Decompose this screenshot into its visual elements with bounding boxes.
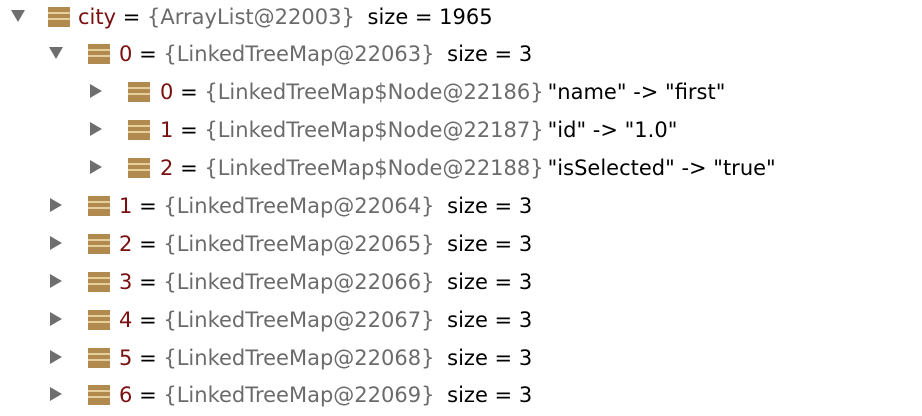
variable-value: size = 3 bbox=[447, 308, 533, 332]
field-icon bbox=[48, 7, 70, 27]
triangle-right-icon[interactable] bbox=[88, 113, 104, 151]
variable-value: "name" -> "first" bbox=[547, 80, 726, 104]
object-reference: {LinkedTreeMap$Node@22188} bbox=[204, 156, 544, 180]
triangle-right-icon[interactable] bbox=[48, 341, 64, 379]
equals-sign: = bbox=[180, 118, 198, 142]
variable-name: 4 bbox=[119, 308, 133, 332]
field-icon bbox=[128, 120, 150, 140]
variable-value: "isSelected" -> "true" bbox=[547, 156, 776, 180]
object-reference: {LinkedTreeMap@22068} bbox=[163, 346, 435, 370]
object-reference: {LinkedTreeMap@22067} bbox=[163, 308, 435, 332]
variable-name: 3 bbox=[119, 270, 133, 294]
triangle-right-icon[interactable] bbox=[88, 151, 104, 189]
object-reference: {LinkedTreeMap@22069} bbox=[163, 383, 435, 407]
object-reference: {LinkedTreeMap@22066} bbox=[163, 270, 435, 294]
tree-row-node-1[interactable]: 1 = {LinkedTreeMap$Node@22187} "id" -> "1… bbox=[0, 113, 922, 151]
triangle-right-icon[interactable] bbox=[48, 303, 64, 341]
variable-name: 0 bbox=[119, 42, 133, 66]
equals-sign: = bbox=[139, 346, 157, 370]
field-icon bbox=[88, 348, 110, 368]
triangle-down-icon[interactable] bbox=[10, 0, 26, 38]
tree-row-item-4[interactable]: 4 = {LinkedTreeMap@22067} size = 3 bbox=[0, 303, 922, 341]
tree-row-item-6[interactable]: 6 = {LinkedTreeMap@22069} size = 3 bbox=[0, 378, 922, 416]
tree-row-city[interactable]: city = {ArrayList@22003} size = 1965 bbox=[0, 0, 922, 38]
tree-row-node-2[interactable]: 2 = {LinkedTreeMap$Node@22188} "isSelecte… bbox=[0, 151, 922, 189]
field-icon bbox=[128, 82, 150, 102]
field-icon bbox=[88, 310, 110, 330]
tree-row-node-0[interactable]: 0 = {LinkedTreeMap$Node@22186} "name" -> … bbox=[0, 75, 922, 113]
tree-row-item-0[interactable]: 0 = {LinkedTreeMap@22063} size = 3 bbox=[0, 37, 922, 75]
variable-value: size = 3 bbox=[447, 42, 533, 66]
equals-sign: = bbox=[139, 232, 157, 256]
equals-sign: = bbox=[139, 308, 157, 332]
equals-sign: = bbox=[180, 80, 198, 104]
triangle-right-icon[interactable] bbox=[48, 378, 64, 416]
object-reference: {LinkedTreeMap$Node@22187} bbox=[204, 118, 544, 142]
variables-tree: city = {ArrayList@22003} size = 1965 0 =… bbox=[0, 0, 922, 416]
variable-name: city bbox=[78, 5, 117, 29]
variable-value: size = 3 bbox=[447, 232, 533, 256]
equals-sign: = bbox=[139, 383, 157, 407]
triangle-right-icon[interactable] bbox=[48, 265, 64, 303]
variable-value: size = 3 bbox=[447, 383, 533, 407]
field-icon bbox=[88, 272, 110, 292]
field-icon bbox=[128, 158, 150, 178]
variable-name: 0 bbox=[160, 80, 174, 104]
triangle-down-icon[interactable] bbox=[48, 37, 64, 75]
field-icon bbox=[88, 196, 110, 216]
tree-row-item-3[interactable]: 3 = {LinkedTreeMap@22066} size = 3 bbox=[0, 265, 922, 303]
triangle-right-icon[interactable] bbox=[48, 189, 64, 227]
field-icon bbox=[88, 234, 110, 254]
equals-sign: = bbox=[122, 5, 141, 29]
variable-name: 1 bbox=[160, 118, 174, 142]
tree-row-item-5[interactable]: 5 = {LinkedTreeMap@22068} size = 3 bbox=[0, 341, 922, 379]
field-icon bbox=[88, 385, 110, 405]
equals-sign: = bbox=[180, 156, 198, 180]
tree-row-item-1[interactable]: 1 = {LinkedTreeMap@22064} size = 3 bbox=[0, 189, 922, 227]
triangle-right-icon[interactable] bbox=[48, 227, 64, 265]
tree-row-item-2[interactable]: 2 = {LinkedTreeMap@22065} size = 3 bbox=[0, 227, 922, 265]
object-reference: {LinkedTreeMap$Node@22186} bbox=[204, 80, 544, 104]
equals-sign: = bbox=[139, 270, 157, 294]
variable-name: 5 bbox=[119, 346, 133, 370]
triangle-right-icon[interactable] bbox=[88, 75, 104, 113]
variable-value: size = 3 bbox=[447, 270, 533, 294]
variable-name: 1 bbox=[119, 194, 133, 218]
object-reference: {LinkedTreeMap@22064} bbox=[163, 194, 435, 218]
object-reference: {ArrayList@22003} bbox=[147, 5, 355, 29]
variable-name: 6 bbox=[119, 383, 133, 407]
variable-value: size = 1965 bbox=[367, 5, 493, 29]
variable-name: 2 bbox=[160, 156, 174, 180]
object-reference: {LinkedTreeMap@22065} bbox=[163, 232, 435, 256]
variable-value: size = 3 bbox=[447, 194, 533, 218]
field-icon bbox=[88, 44, 110, 64]
object-reference: {LinkedTreeMap@22063} bbox=[163, 42, 435, 66]
equals-sign: = bbox=[139, 194, 157, 218]
variable-name: 2 bbox=[119, 232, 133, 256]
variable-value: size = 3 bbox=[447, 346, 533, 370]
variable-value: "id" -> "1.0" bbox=[547, 118, 678, 142]
equals-sign: = bbox=[139, 42, 157, 66]
